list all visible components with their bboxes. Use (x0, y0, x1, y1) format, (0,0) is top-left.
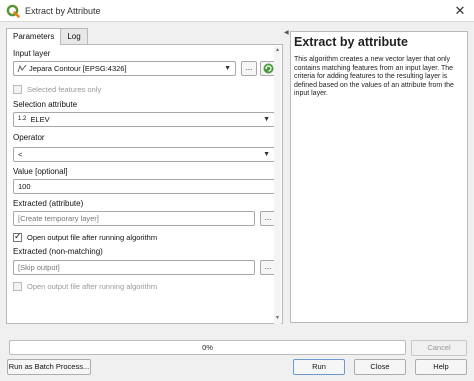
parameters-tab-body: Input layer Jepara Contour [EPSG:4326] ▼… (6, 44, 283, 324)
help-text: This algorithm creates a new vector laye… (294, 56, 454, 98)
operator-combo[interactable]: < ▼ (13, 147, 275, 162)
scroll-up-icon[interactable]: ▲ (274, 47, 281, 53)
open-output-label: Open output file after running algorithm (27, 232, 158, 242)
extracted-output-input[interactable]: [Create temporary layer] (13, 211, 255, 226)
input-layer-combo[interactable]: Jepara Contour [EPSG:4326] ▼ (13, 61, 236, 76)
open-output-box[interactable] (13, 231, 22, 242)
chevron-down-icon: ▼ (263, 151, 270, 158)
value-input[interactable]: 100 (13, 179, 275, 194)
progress-bar: 0% (9, 340, 406, 355)
numeric-field-icon: 1.2 (18, 116, 27, 122)
input-layer-value: Jepara Contour [EPSG:4326] (29, 64, 127, 73)
parameters-panel: Parameters Log Input layer Jepara Contou… (6, 28, 283, 324)
operator-label: Operator (13, 133, 45, 142)
selection-attribute-combo[interactable]: 1.2 ELEV ▼ (13, 112, 275, 127)
window-title: Extract by Attribute (25, 5, 101, 16)
scroll-down-icon[interactable]: ▼ (274, 315, 281, 321)
nonmatching-output-input[interactable]: [Skip output] (13, 260, 255, 275)
refresh-icon (263, 63, 274, 74)
batch-process-button[interactable]: Run as Batch Process... (7, 359, 91, 375)
operator-value: < (18, 150, 23, 159)
open-output-checkbox[interactable]: Open output file after running algorithm (13, 231, 157, 243)
help-panel: Extract by attribute This algorithm crea… (290, 31, 468, 323)
selection-attribute-value: ELEV (30, 115, 50, 124)
tab-parameters[interactable]: Parameters (6, 28, 62, 45)
run-button[interactable]: Run (293, 359, 345, 375)
open-output2-checkbox[interactable]: Open output file after running algorithm (13, 280, 157, 292)
input-layer-label: Input layer (13, 49, 51, 58)
line-layer-icon (17, 65, 27, 73)
chevron-down-icon: ▼ (263, 116, 270, 123)
selection-attribute-label: Selection attribute (13, 100, 78, 109)
selected-only-box[interactable] (13, 84, 22, 94)
scrollbar[interactable] (274, 46, 281, 324)
title-bar: Extract by Attribute ✕ (0, 0, 474, 22)
close-button[interactable]: Close (354, 359, 406, 375)
chevron-down-icon: ▼ (224, 65, 231, 72)
qgis-logo-icon (6, 4, 20, 18)
selected-only-checkbox[interactable]: Selected features only (13, 83, 101, 95)
close-window-icon[interactable]: ✕ (452, 3, 468, 19)
extracted-label: Extracted (attribute) (13, 199, 84, 208)
tab-bar: Parameters Log (6, 28, 88, 45)
value-label: Value [optional] (13, 167, 68, 176)
help-button[interactable]: Help (415, 359, 467, 375)
help-title: Extract by attribute (294, 35, 408, 49)
nonmatching-label: Extracted (non-matching) (13, 247, 103, 256)
selected-only-label: Selected features only (27, 84, 102, 94)
tab-log[interactable]: Log (60, 28, 88, 44)
open-output2-box[interactable] (13, 281, 22, 291)
collapse-help-icon[interactable]: ◀ (284, 29, 289, 36)
input-layer-browse-button[interactable]: ... (241, 61, 257, 76)
open-output2-label: Open output file after running algorithm (27, 281, 158, 291)
cancel-button[interactable]: Cancel (411, 340, 467, 356)
